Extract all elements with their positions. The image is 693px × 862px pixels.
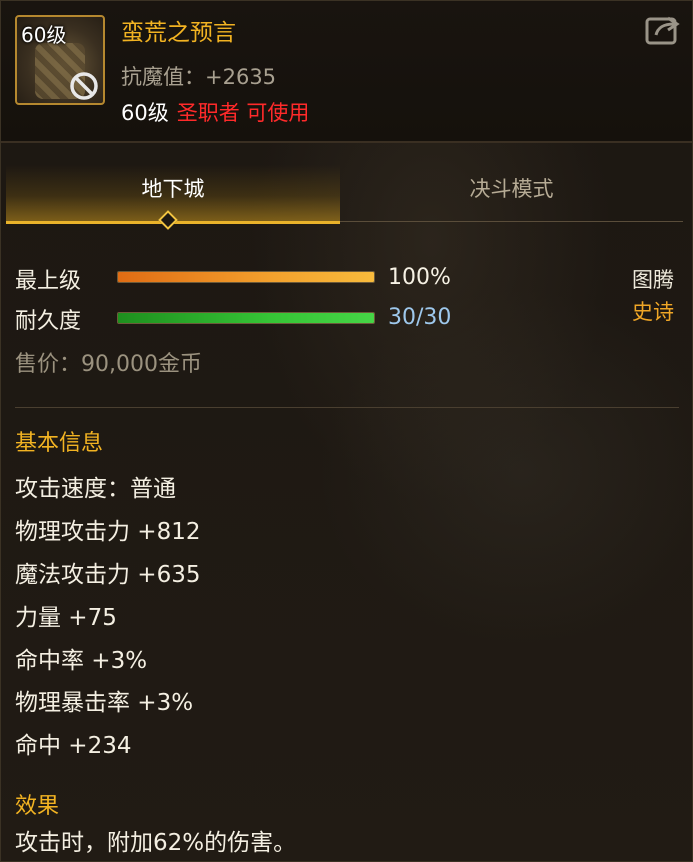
ban-icon	[70, 72, 98, 100]
upgrade-bar-fill	[118, 272, 374, 282]
basic-info-title: 基本信息	[15, 431, 104, 456]
item-category: 图腾	[632, 268, 674, 292]
tab-pvp-mode[interactable]: 决斗模式	[340, 165, 683, 222]
effect-title: 效果	[15, 794, 60, 819]
durability-bar-fill	[118, 313, 374, 323]
attribute-line: 攻击速度：普通	[15, 476, 176, 502]
effect-text: 攻击时，附加62%的伤害。	[15, 830, 297, 856]
usage-requirement: 60级 圣职者 可使用	[121, 97, 309, 127]
attribute-line: 命中率 +3%	[15, 648, 148, 674]
totem-item-icon: 60级	[15, 15, 105, 105]
upgrade-bar	[117, 271, 375, 283]
durability-bar	[117, 312, 375, 324]
attribute-line: 力量 +75	[15, 605, 117, 631]
attribute-line: 魔法攻击力 +635	[15, 562, 201, 588]
item-header: 60级 蛮荒之预言 抗魔值：+2635 60级 圣职者 可使用	[1, 1, 692, 143]
mode-tabs: 地下城 决斗模式	[6, 165, 683, 224]
usable-class: 圣职者 可使用	[176, 101, 310, 125]
divider	[15, 407, 679, 408]
attribute-line: 命中 +234	[15, 733, 132, 759]
durability-value: 30/30	[388, 305, 452, 330]
durability-label: 耐久度	[15, 309, 82, 334]
item-name: 蛮荒之预言	[121, 20, 236, 46]
share-icon[interactable]	[644, 13, 682, 47]
upgrade-label: 最上级	[15, 269, 82, 294]
magic-resist-value: 抗魔值：+2635	[121, 65, 277, 89]
item-tooltip-panel: 60级 蛮荒之预言 抗魔值：+2635 60级 圣职者 可使用 地下城 决斗模式 …	[0, 0, 693, 862]
required-level: 60级	[121, 101, 169, 125]
item-level-badge: 60级	[21, 23, 67, 47]
attribute-line: 物理攻击力 +812	[15, 519, 201, 545]
sell-price: 售价：90,000金币	[15, 352, 202, 377]
upgrade-value: 100%	[388, 265, 451, 290]
attribute-line: 物理暴击率 +3%	[15, 690, 194, 716]
item-rarity: 史诗	[632, 300, 674, 324]
